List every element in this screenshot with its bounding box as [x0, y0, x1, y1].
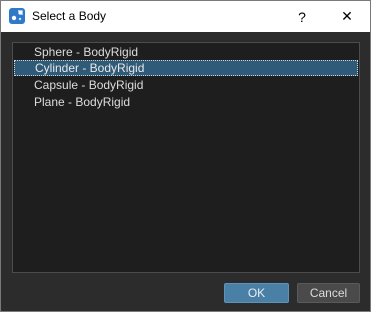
- body-list[interactable]: Sphere - BodyRigid Cylinder - BodyRigid …: [12, 42, 360, 273]
- title-bar[interactable]: Select a Body ? ✕: [1, 1, 370, 32]
- dialog-window: Select a Body ? ✕ Sphere - BodyRigid Cyl…: [0, 0, 371, 312]
- close-button[interactable]: ✕: [324, 1, 370, 32]
- list-item-plane[interactable]: Plane - BodyRigid: [14, 94, 358, 110]
- help-icon: ?: [298, 8, 306, 25]
- app-icon: [9, 8, 25, 24]
- window-title: Select a Body: [32, 9, 107, 23]
- close-icon: ✕: [341, 8, 353, 24]
- cancel-button[interactable]: Cancel: [297, 283, 360, 303]
- list-item-capsule[interactable]: Capsule - BodyRigid: [14, 77, 358, 93]
- help-button[interactable]: ?: [279, 1, 325, 32]
- list-item-cylinder[interactable]: Cylinder - BodyRigid: [14, 60, 358, 76]
- list-item-sphere[interactable]: Sphere - BodyRigid: [14, 44, 358, 60]
- dialog-content: Sphere - BodyRigid Cylinder - BodyRigid …: [1, 32, 370, 311]
- ok-button[interactable]: OK: [224, 283, 289, 303]
